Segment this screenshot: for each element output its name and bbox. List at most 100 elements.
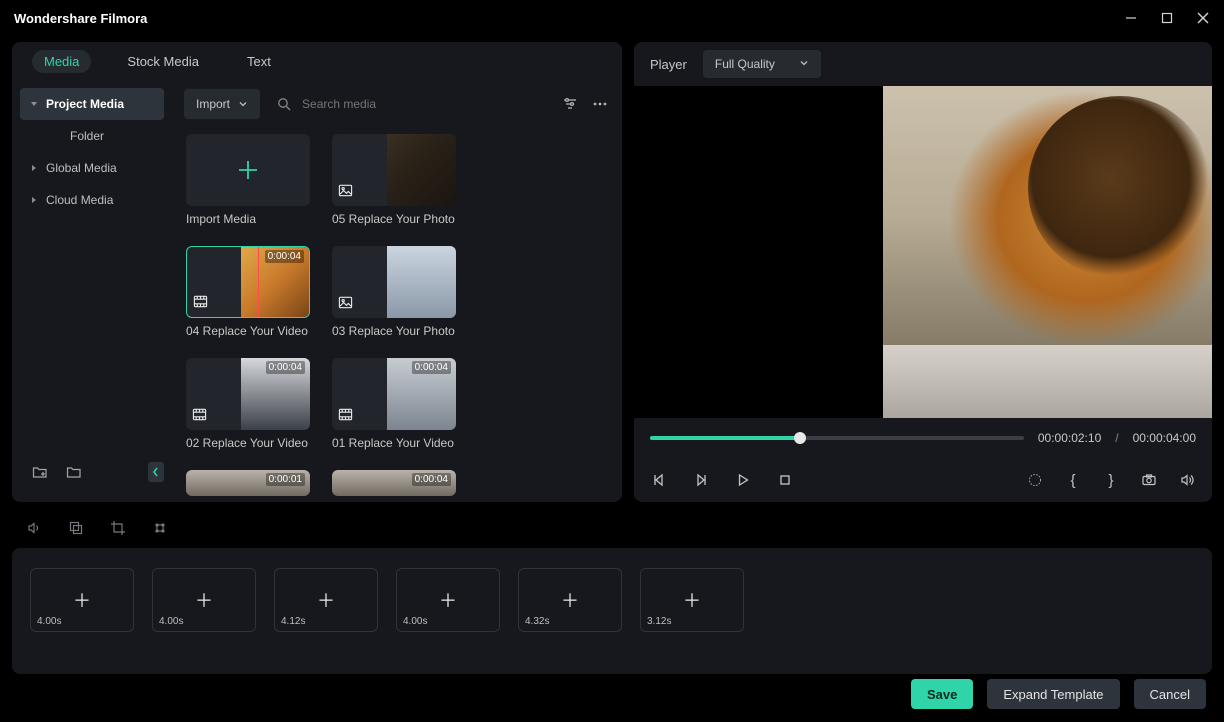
timeline-slot[interactable]: ＋4.12s	[274, 568, 378, 632]
sidebar-item-folder[interactable]: Folder	[20, 120, 164, 152]
window-maximize-button[interactable]	[1160, 11, 1174, 25]
chevron-down-icon	[799, 57, 809, 71]
preview-area	[634, 86, 1212, 418]
quality-dropdown[interactable]: Full Quality	[703, 50, 821, 78]
transform-tool-icon[interactable]	[150, 518, 170, 538]
timeline-slot[interactable]: ＋ 4.00s	[152, 568, 256, 632]
caret-right-icon	[30, 196, 38, 204]
media-label: 01 Replace Your Video	[332, 436, 456, 450]
sidebar-item-global-media[interactable]: Global Media	[20, 152, 164, 184]
video-type-icon	[193, 294, 208, 312]
play-button[interactable]	[734, 471, 752, 489]
duration-badge: 0:00:04	[266, 361, 305, 374]
media-label: 05 Replace Your Photo	[332, 212, 456, 226]
caret-right-icon	[30, 164, 38, 172]
import-button[interactable]: Import	[184, 89, 260, 119]
stop-button[interactable]	[776, 471, 794, 489]
sidebar-item-cloud-media[interactable]: Cloud Media	[20, 184, 164, 216]
player-label: Player	[650, 57, 687, 72]
mask-tool-icon[interactable]	[66, 518, 86, 538]
folder-icon[interactable]	[64, 462, 84, 482]
slot-duration: 4.00s	[159, 616, 183, 627]
crop-tool-icon[interactable]	[108, 518, 128, 538]
plus-icon: ＋	[561, 587, 579, 613]
window-close-button[interactable]	[1196, 11, 1210, 25]
search-input[interactable]	[302, 97, 502, 111]
tab-text[interactable]: Text	[235, 50, 283, 73]
media-thumbnail[interactable]: 0:00:04	[332, 470, 456, 496]
import-media-tile[interactable]	[186, 134, 310, 206]
seek-bar[interactable]	[650, 436, 1024, 440]
import-label: Import	[196, 97, 230, 111]
player-panel: Player Full Quality 00:00:02:10 / 00:00:	[634, 42, 1212, 502]
media-thumbnail[interactable]: 0:00:04	[186, 246, 310, 318]
timeline-slot[interactable]: ＋ 4.00s	[30, 568, 134, 632]
seek-handle[interactable]	[794, 432, 806, 444]
timeline-slot[interactable]: ＋4.32s	[518, 568, 622, 632]
color-wheel-icon[interactable]	[1026, 471, 1044, 489]
duration-badge: 0:00:04	[412, 361, 451, 374]
preview-image	[883, 86, 1212, 418]
audio-tool-icon[interactable]	[24, 518, 44, 538]
slot-duration: 4.00s	[403, 616, 427, 627]
cancel-button[interactable]: Cancel	[1134, 679, 1206, 709]
media-thumbnail[interactable]: 0:00:01	[186, 470, 310, 496]
search-icon	[274, 94, 294, 114]
image-type-icon	[338, 183, 353, 201]
chevron-down-icon	[238, 98, 248, 112]
volume-icon[interactable]	[1178, 471, 1196, 489]
slot-duration: 3.12s	[647, 616, 671, 627]
media-thumbnail[interactable]	[332, 134, 456, 206]
video-type-icon	[192, 407, 207, 425]
prev-frame-button[interactable]	[650, 471, 668, 489]
slot-duration: 4.00s	[37, 616, 61, 627]
snapshot-icon[interactable]	[1140, 471, 1158, 489]
media-thumbnail[interactable]	[332, 246, 456, 318]
tabs-row: Media Stock Media Text	[12, 42, 622, 80]
plus-icon: ＋	[195, 587, 213, 613]
image-type-icon	[338, 295, 353, 313]
mark-out-icon[interactable]: }	[1102, 471, 1120, 489]
sidebar-item-label: Project Media	[46, 97, 124, 111]
save-button[interactable]: Save	[911, 679, 973, 709]
media-card: 0:00:04 02 Replace Your Video	[186, 358, 310, 450]
media-label: 04 Replace Your Video	[186, 324, 310, 338]
total-time: 00:00:04:00	[1133, 431, 1196, 445]
expand-template-button[interactable]: Expand Template	[987, 679, 1119, 709]
caret-down-icon	[30, 100, 38, 108]
more-icon[interactable]	[590, 94, 610, 114]
duration-badge: 0:00:04	[265, 250, 304, 263]
duration-badge: 0:00:01	[266, 473, 305, 486]
media-label: 02 Replace Your Video	[186, 436, 310, 450]
mark-in-icon[interactable]: {	[1064, 471, 1082, 489]
media-card: 0:00:04 01 Replace Your Video	[332, 358, 456, 450]
media-card: 0:00:04 04 Replace Your Video	[186, 246, 310, 338]
media-thumbnail[interactable]: 0:00:04	[332, 358, 456, 430]
new-folder-icon[interactable]	[30, 462, 50, 482]
media-card: 03 Replace Your Photo	[332, 246, 456, 338]
current-time: 00:00:02:10	[1038, 431, 1101, 445]
plus-icon: ＋	[73, 587, 91, 613]
media-card: Import Media	[186, 134, 310, 226]
next-frame-button[interactable]	[692, 471, 710, 489]
sidebar-item-label: Global Media	[46, 161, 117, 175]
tab-stock-media[interactable]: Stock Media	[115, 50, 211, 73]
app-title: Wondershare Filmora	[14, 11, 147, 26]
sidebar-item-label: Cloud Media	[46, 193, 113, 207]
plus-icon: ＋	[683, 587, 701, 613]
sidebar-collapse-button[interactable]	[148, 462, 164, 482]
time-separator: /	[1115, 431, 1118, 445]
media-thumbnail[interactable]: 0:00:04	[186, 358, 310, 430]
timeline: ＋4.00s＋4.00s＋4.12s＋4.00s＋4.32s＋3.12s	[12, 548, 1212, 674]
media-panel: Media Stock Media Text Project Media Fol…	[12, 42, 622, 502]
tab-media[interactable]: Media	[32, 50, 91, 73]
media-card: 0:00:01	[186, 470, 310, 496]
timeline-slot[interactable]: ＋ 3.12s	[640, 568, 744, 632]
timeline-slot[interactable]: ＋4.00s	[396, 568, 500, 632]
titlebar: Wondershare Filmora	[0, 0, 1224, 36]
duration-badge: 0:00:04	[412, 473, 451, 486]
slot-duration: 4.12s	[281, 616, 305, 627]
window-minimize-button[interactable]	[1124, 11, 1138, 25]
sidebar-item-project-media[interactable]: Project Media	[20, 88, 164, 120]
filter-icon[interactable]	[560, 94, 580, 114]
